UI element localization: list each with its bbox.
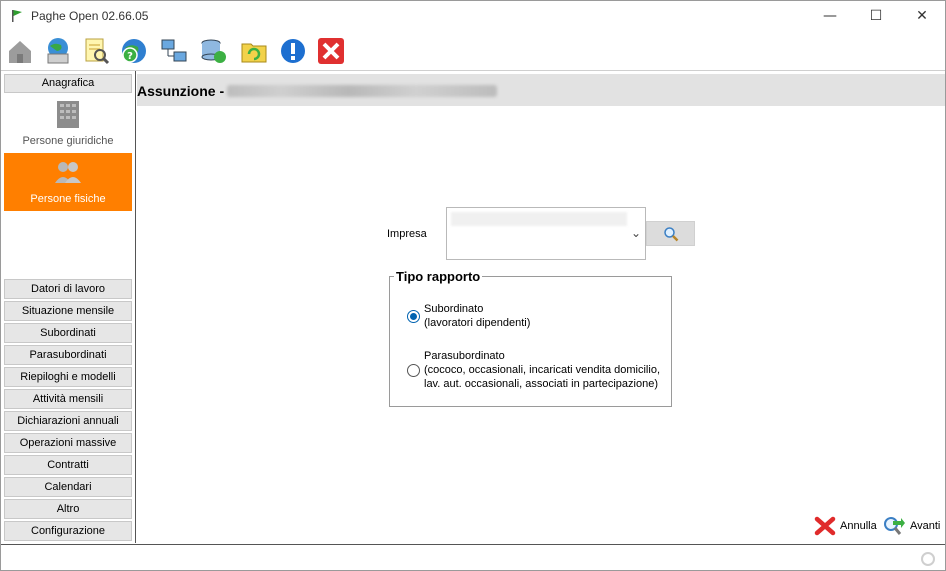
tipo-rapporto-group: Tipo rapporto Subordinato (lavoratori di… [389,269,672,407]
maximize-button[interactable]: ☐ [853,1,899,31]
cancel-x-icon [814,516,836,536]
people-icon [55,162,81,183]
info-icon[interactable] [276,34,310,68]
window-title: Paghe Open 02.66.05 [31,9,149,23]
sidebar-btn-calendari[interactable]: Calendari [4,477,132,497]
home-icon[interactable] [3,34,37,68]
search-document-icon[interactable] [79,34,113,68]
sidebar-btn-attivita-mensili[interactable]: Attività mensili [4,389,132,409]
impresa-label: Impresa [387,228,427,240]
network-icon[interactable] [157,34,191,68]
cancel-button[interactable]: Annulla [814,515,877,537]
sidebar-entry-persone-fisiche[interactable]: Persone fisiche [4,153,132,211]
next-label: Avanti [910,520,941,532]
impresa-search-button[interactable] [646,221,695,246]
sidebar-btn-operazioni-massive[interactable]: Operazioni massive [4,433,132,453]
radio-parasubordinato[interactable] [407,364,420,377]
folder-refresh-icon[interactable] [237,34,271,68]
sidebar-entry-label: Persone giuridiche [22,135,114,147]
chevron-down-icon[interactable]: ⌄ [631,226,641,240]
exit-icon[interactable] [314,34,348,68]
globe-printer-icon[interactable] [41,34,75,68]
sidebar: Anagrafica Persone giuridiche Persone fi… [1,71,136,543]
magnifier-arrow-icon [884,517,905,535]
parasubordinato-label-line2: (cococo, occasionali, incaricati vendita… [424,364,660,376]
sidebar-header[interactable]: Anagrafica [4,74,132,93]
main-content: Assunzione - Impresa ⌄ Tipo rapporto Sub… [137,71,945,543]
close-button[interactable]: ✕ [899,1,945,31]
sidebar-btn-dichiarazioni-annuali[interactable]: Dichiarazioni annuali [4,411,132,431]
sidebar-btn-situazione-mensile[interactable]: Situazione mensile [4,301,132,321]
radio-subordinato[interactable] [407,310,420,323]
sidebar-btn-subordinati[interactable]: Subordinati [4,323,132,343]
sidebar-btn-altro[interactable]: Altro [4,499,132,519]
toolbar: ? [1,31,945,71]
cancel-label: Annulla [840,520,877,532]
page-title: Assunzione - [137,83,225,99]
minimize-button-real[interactable]: — [807,1,853,31]
page-header: Assunzione - [137,74,945,106]
svg-text:?: ? [127,51,133,62]
app-window: Paghe Open 02.66.05 — ☐ ✕ ? Anagrafica P… [0,0,946,571]
sidebar-entry-label: Persone fisiche [30,193,106,205]
building-icon [57,101,79,128]
subordinato-label-line1: Subordinato [424,303,484,315]
sidebar-btn-contratti[interactable]: Contratti [4,455,132,475]
impresa-combobox[interactable]: ⌄ [446,207,646,260]
redacted-impresa-value [451,212,627,226]
search-icon [663,226,678,241]
next-button[interactable]: Avanti [882,515,940,537]
sidebar-entry-persone-giuridiche[interactable]: Persone giuridiche [4,95,132,153]
title-bar: Paghe Open 02.66.05 [1,1,945,31]
sidebar-btn-configurazione[interactable]: Configurazione [4,521,132,541]
loading-spinner-icon [921,552,935,566]
parasubordinato-label-line3: lav. aut. occasionali, associati in part… [424,378,658,390]
flag-icon [12,10,22,22]
redacted-employee-name [227,85,497,97]
subordinato-label-line2: (lavoratori dipendenti) [424,317,531,329]
database-sync-icon[interactable] [196,34,230,68]
help-globe-icon[interactable]: ? [117,34,151,68]
sidebar-btn-parasubordinati[interactable]: Parasubordinati [4,345,132,365]
tipo-rapporto-legend: Tipo rapporto [394,269,483,284]
sidebar-btn-riepiloghi-e-modelli[interactable]: Riepiloghi e modelli [4,367,132,387]
parasubordinato-label-line1: Parasubordinato [424,350,505,362]
status-bar [1,544,945,570]
sidebar-btn-datori-di-lavoro[interactable]: Datori di lavoro [4,279,132,299]
